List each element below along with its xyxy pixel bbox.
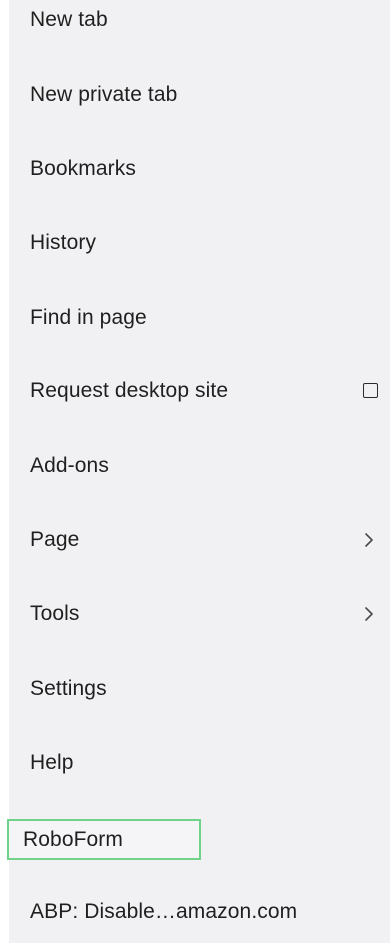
menu-item-label: Find in page: [30, 306, 147, 329]
menu-item-history[interactable]: History: [9, 223, 390, 263]
menu-item-label: Bookmarks: [30, 157, 136, 180]
desktop-site-checkbox[interactable]: [363, 383, 378, 398]
menu-item-label: Request desktop site: [30, 379, 229, 402]
menu-item-label: New tab: [30, 8, 108, 31]
menu-item-abp-disable[interactable]: ABP: Disable…amazon.com: [9, 892, 390, 932]
menu-item-label: New private tab: [30, 83, 178, 106]
menu-item-help[interactable]: Help: [9, 743, 390, 783]
menu-item-label: Help: [30, 751, 74, 774]
chevron-right-icon: [365, 533, 373, 547]
menu-item-bookmarks[interactable]: Bookmarks: [9, 149, 390, 189]
menu-item-add-ons[interactable]: Add-ons: [9, 446, 390, 486]
menu-item-new-tab[interactable]: New tab: [9, 0, 390, 40]
menu-item-find-in-page[interactable]: Find in page: [9, 298, 390, 338]
menu-item-request-desktop-site[interactable]: Request desktop site: [9, 371, 390, 411]
menu-item-roboform[interactable]: RoboForm: [7, 819, 201, 860]
menu-item-label: Add-ons: [30, 454, 109, 477]
menu-item-label: Page: [30, 528, 80, 551]
menu-item-tools[interactable]: Tools: [9, 594, 390, 634]
menu-item-label: Settings: [30, 677, 107, 700]
menu-item-settings[interactable]: Settings: [9, 669, 390, 709]
menu-item-new-private-tab[interactable]: New private tab: [9, 75, 390, 115]
menu-item-label: History: [30, 231, 97, 254]
menu-item-label: Tools: [30, 602, 80, 625]
menu-item-label: ABP: Disable…amazon.com: [30, 900, 298, 923]
overflow-menu: New tab New private tab Bookmarks Histor…: [9, 0, 390, 943]
chevron-right-icon: [365, 607, 373, 621]
menu-item-label: RoboForm: [23, 828, 123, 851]
menu-item-page[interactable]: Page: [9, 520, 390, 560]
